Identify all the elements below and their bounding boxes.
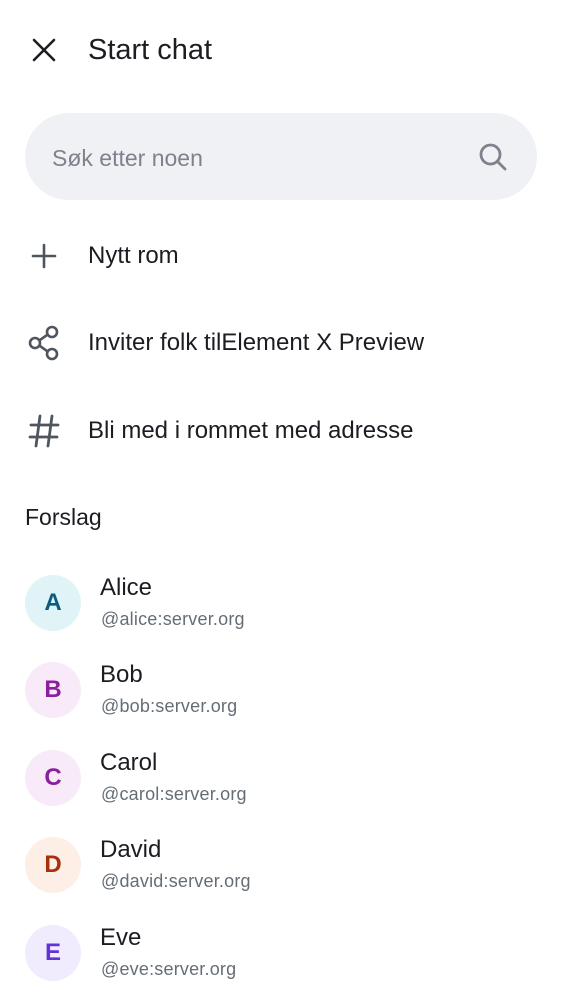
user-display-name: Carol <box>100 749 158 776</box>
search-icon[interactable] <box>477 141 509 173</box>
new-room-action[interactable]: Nytt rom <box>0 213 562 299</box>
user-display-name: Bob <box>100 661 143 688</box>
close-button[interactable] <box>22 28 66 72</box>
page-title: Start chat <box>88 34 213 66</box>
search-input[interactable] <box>50 135 474 181</box>
avatar: D <box>25 837 81 893</box>
list-item-user-alice[interactable]: A Alice @alice:server.org <box>0 561 562 645</box>
user-display-name: Eve <box>100 924 142 951</box>
suggestions-heading: Forslag <box>25 504 102 530</box>
avatar: A <box>25 575 81 631</box>
new-room-label: Nytt rom <box>88 242 179 269</box>
user-matrix-id: @david:server.org <box>101 871 251 891</box>
user-matrix-id: @bob:server.org <box>101 696 238 716</box>
join-by-address-action[interactable]: Bli med i rommet med adresse <box>0 388 562 474</box>
user-matrix-id: @carol:server.org <box>101 784 247 804</box>
share-icon <box>26 325 62 361</box>
invite-people-label: Inviter folk tilElement X Preview <box>88 329 425 356</box>
avatar: C <box>25 750 81 806</box>
list-item-user-david[interactable]: D David @david:server.org <box>0 823 562 907</box>
close-icon <box>32 38 56 62</box>
top-app-bar: Start chat <box>0 0 562 100</box>
list-item-user-carol[interactable]: C Carol @carol:server.org <box>0 736 562 820</box>
user-display-name: Alice <box>100 574 153 601</box>
list-item-user-bob[interactable]: B Bob @bob:server.org <box>0 648 562 732</box>
join-by-address-label: Bli med i rommet med adresse <box>88 417 414 444</box>
invite-people-action[interactable]: Inviter folk tilElement X Preview <box>0 300 562 386</box>
avatar: E <box>25 925 81 981</box>
hash-icon <box>26 413 62 449</box>
user-display-name: David <box>100 836 162 863</box>
list-item-user-eve[interactable]: E Eve @eve:server.org <box>0 911 562 995</box>
plus-icon <box>26 238 62 274</box>
avatar: B <box>25 662 81 718</box>
user-matrix-id: @alice:server.org <box>101 609 245 629</box>
user-matrix-id: @eve:server.org <box>101 959 237 979</box>
search-bar[interactable] <box>25 113 537 200</box>
